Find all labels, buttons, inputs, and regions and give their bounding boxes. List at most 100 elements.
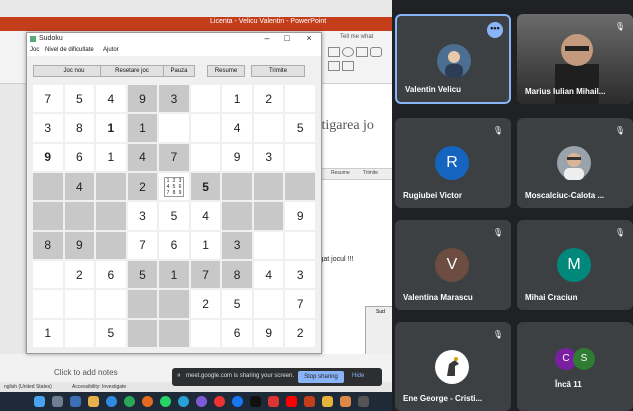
sudoku-cell[interactable]: 2	[253, 85, 284, 113]
sudoku-cell[interactable]	[285, 85, 315, 113]
sudoku-cell[interactable]	[190, 143, 221, 171]
sudoku-cell[interactable]	[285, 173, 315, 201]
menu-nivel-dificultate[interactable]: Nivel de dificultate	[45, 47, 94, 53]
sudoku-cell[interactable]	[222, 202, 252, 230]
close-icon[interactable]: ×	[301, 33, 317, 43]
sudoku-cell[interactable]	[253, 173, 284, 201]
sudoku-cell[interactable]: 8	[222, 261, 252, 289]
whatsapp-icon[interactable]	[160, 396, 171, 407]
trimite-button[interactable]: Trimite	[251, 65, 305, 77]
participant-tile[interactable]: 🎙 Moscalciuc-Calota ...	[517, 118, 633, 208]
app-orange-icon[interactable]	[340, 396, 351, 407]
participant-tile[interactable]: 🎙 Ene George - Cristi...	[395, 322, 511, 411]
firefox-icon[interactable]	[142, 396, 153, 407]
minimize-icon[interactable]: –	[259, 33, 275, 43]
sudoku-cell[interactable]: 7	[33, 85, 63, 113]
resume-button[interactable]: Resume	[207, 65, 245, 77]
sudoku-cell[interactable]: 3	[127, 202, 158, 230]
telegram-icon[interactable]	[178, 396, 189, 407]
sudoku-cell[interactable]	[253, 290, 284, 318]
sudoku-cell[interactable]: 6	[64, 143, 95, 171]
edge-icon[interactable]	[106, 396, 117, 407]
sudoku-cell[interactable]: 4	[127, 143, 158, 171]
app-grey-icon[interactable]	[358, 396, 369, 407]
sudoku-cell[interactable]	[96, 202, 126, 230]
shape-triangle-icon[interactable]	[342, 61, 354, 71]
sudoku-cell[interactable]	[253, 114, 284, 142]
participant-tile[interactable]: ••• Valentin Velicu	[395, 14, 511, 104]
participant-tile[interactable]: 🎙 V Valentina Marascu	[395, 220, 511, 310]
app-yellow-icon[interactable]	[322, 396, 333, 407]
sudoku-cell[interactable]: 5	[64, 85, 95, 113]
shape-arrow-icon[interactable]	[356, 47, 368, 57]
pauza-button[interactable]: Pauza	[163, 65, 195, 77]
sudoku-cell[interactable]	[96, 231, 126, 259]
sudoku-cell[interactable]	[127, 319, 158, 347]
sudoku-cell[interactable]: 9	[64, 231, 95, 259]
shape-oval-icon[interactable]	[342, 47, 354, 57]
sudoku-cell[interactable]: 2	[64, 261, 95, 289]
sudoku-cell[interactable]	[64, 319, 95, 347]
sudoku-cell[interactable]: 1	[190, 231, 221, 259]
status-language[interactable]: nglish (United States)	[4, 384, 52, 390]
sudoku-cell[interactable]: 9	[285, 202, 315, 230]
sudoku-cell[interactable]: 7	[285, 290, 315, 318]
sudoku-cell[interactable]: 8	[33, 231, 63, 259]
sudoku-cell[interactable]	[33, 261, 63, 289]
sudoku-cell[interactable]: 3	[253, 143, 284, 171]
opera-icon[interactable]	[214, 396, 225, 407]
sudoku-cell[interactable]: 3	[285, 261, 315, 289]
sudoku-cell[interactable]	[64, 290, 95, 318]
facebook-icon[interactable]	[232, 396, 243, 407]
sudoku-cell[interactable]: 7	[127, 231, 158, 259]
status-accessibility[interactable]: Accessibility: Investigate	[72, 384, 126, 390]
youtube-icon[interactable]	[286, 396, 297, 407]
chrome-icon[interactable]	[124, 396, 135, 407]
sudoku-cell[interactable]: 1	[96, 114, 126, 142]
sudoku-cell[interactable]: 2	[190, 290, 221, 318]
sudoku-cell[interactable]: 1	[222, 85, 252, 113]
sudoku-cell[interactable]	[127, 290, 158, 318]
sudoku-cell[interactable]: 5	[285, 114, 315, 142]
sudoku-cell[interactable]: 5	[159, 202, 189, 230]
sudoku-cell[interactable]	[190, 114, 221, 142]
participant-tile[interactable]: 🎙 R Rugiubei Victor	[395, 118, 511, 208]
menu-ajutor[interactable]: Ajutor	[103, 47, 119, 53]
shape-rect-icon[interactable]	[328, 47, 340, 57]
sudoku-cell[interactable]: 5	[127, 261, 158, 289]
file-explorer-icon[interactable]	[88, 396, 99, 407]
messenger-icon[interactable]	[196, 396, 207, 407]
sudoku-cell[interactable]: 1	[33, 319, 63, 347]
sudoku-cell[interactable]: 123456789	[159, 173, 189, 201]
sudoku-cell[interactable]: 3	[33, 114, 63, 142]
sudoku-cell[interactable]: 6	[222, 319, 252, 347]
sudoku-cell[interactable]: 4	[190, 202, 221, 230]
more-participants-tile[interactable]: C S Încă 11	[517, 322, 633, 411]
sudoku-cell[interactable]: 2	[285, 319, 315, 347]
sudoku-cell[interactable]	[159, 290, 189, 318]
sudoku-cell[interactable]: 6	[159, 231, 189, 259]
sudoku-cell[interactable]	[33, 290, 63, 318]
menu-joc[interactable]: Joc	[30, 47, 39, 53]
sudoku-cell[interactable]: 9	[253, 319, 284, 347]
sudoku-cell[interactable]: 3	[222, 231, 252, 259]
sudoku-cell[interactable]	[222, 173, 252, 201]
sudoku-cell[interactable]: 4	[64, 173, 95, 201]
sudoku-cell[interactable]	[190, 85, 221, 113]
sudoku-cell[interactable]: 1	[159, 261, 189, 289]
sudoku-cell[interactable]: 4	[253, 261, 284, 289]
sudoku-cell[interactable]: 6	[96, 261, 126, 289]
resetare-joc-button[interactable]: Resetare joc	[100, 65, 164, 77]
sudoku-cell[interactable]: 5	[96, 319, 126, 347]
sudoku-cell[interactable]	[64, 202, 95, 230]
powerpoint-icon[interactable]	[304, 396, 315, 407]
sudoku-cell[interactable]: 2	[127, 173, 158, 201]
sudoku-cell[interactable]: 7	[190, 261, 221, 289]
shape-line-icon[interactable]	[328, 61, 340, 71]
sudoku-cell[interactable]: 9	[33, 143, 63, 171]
sudoku-cell[interactable]: 1	[96, 143, 126, 171]
sudoku-cell[interactable]	[159, 114, 189, 142]
participant-tile[interactable]: 🎙 M Mihai Craciun	[517, 220, 633, 310]
app-red-icon[interactable]	[268, 396, 279, 407]
sudoku-cell[interactable]	[33, 173, 63, 201]
